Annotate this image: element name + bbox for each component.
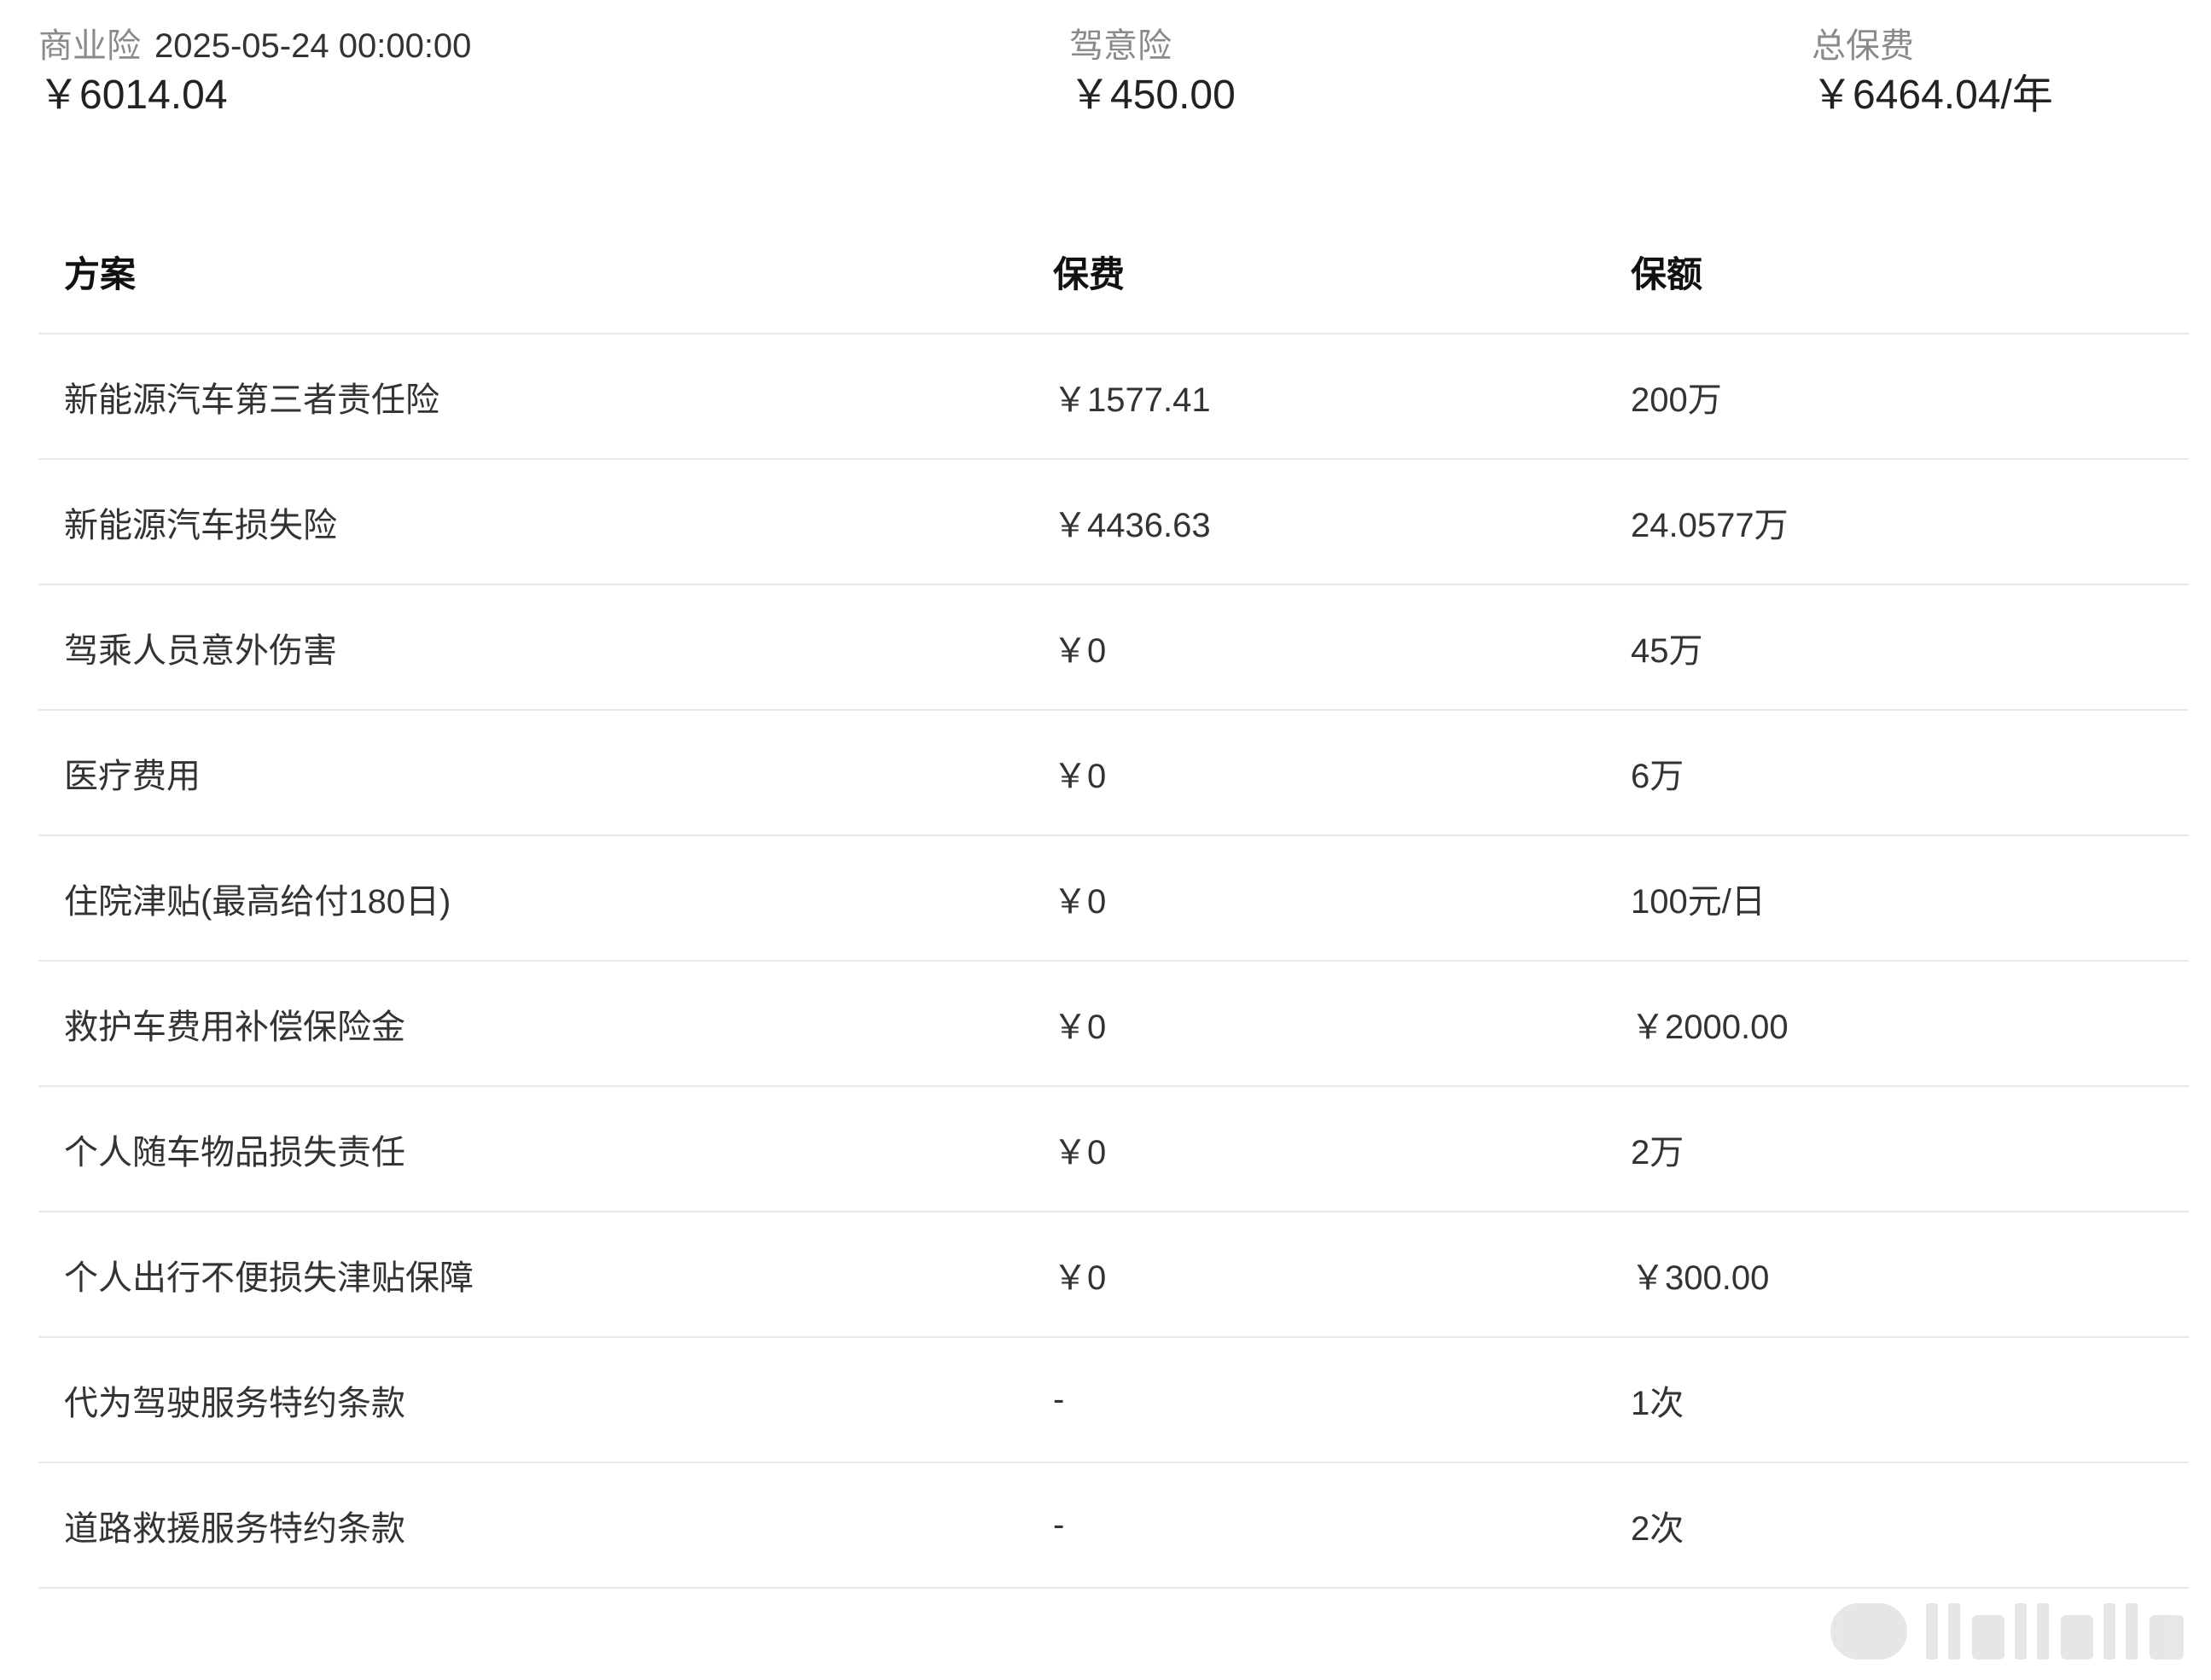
row-premium: ￥0 [1053, 1259, 1107, 1297]
row-coverage: 100元/日 [1631, 882, 1766, 921]
table-row: 新能源汽车第三者责任险 ￥1577.41 200万 [38, 334, 2189, 460]
row-plan: 驾乘人员意外伤害 [64, 631, 337, 670]
table-row: 个人出行不便损失津贴保障 ￥0 ￥300.00 [38, 1212, 2189, 1338]
row-plan: 医疗费用 [64, 757, 201, 795]
total-premium-label: 总保费 [1812, 27, 1914, 65]
row-coverage: ￥2000.00 [1631, 1008, 1789, 1046]
header-coverage: 保额 [1631, 254, 1703, 294]
table-header-row: 方案 保费 保额 [38, 211, 2189, 334]
table-row: 个人随车物品损失责任 ￥0 2万 [38, 1087, 2189, 1212]
commercial-insurance-date: 2025-05-24 00:00:00 [154, 27, 472, 65]
row-premium: ￥0 [1053, 1008, 1107, 1046]
header-plan: 方案 [64, 254, 137, 294]
row-plan: 道路救援服务特约条款 [64, 1509, 405, 1548]
table-row: 住院津贴(最高给付180日) ￥0 100元/日 [38, 836, 2189, 962]
row-plan: 个人随车物品损失责任 [64, 1133, 405, 1171]
accident-insurance-summary: 驾意险 ￥450.00 [1069, 22, 1236, 121]
total-premium-summary: 总保费 ￥6464.04/年 [1812, 22, 2053, 121]
row-plan: 新能源汽车第三者责任险 [64, 381, 439, 419]
table-row: 道路救援服务特约条款 - 2次 [38, 1463, 2189, 1589]
coverage-table: 方案 保费 保额 新能源汽车第三者责任险 ￥1577.41 200万 新能源汽车… [38, 211, 2189, 1589]
table-row: 新能源汽车损失险 ￥4436.63 24.0577万 [38, 460, 2189, 585]
row-coverage: 2万 [1631, 1133, 1684, 1171]
table-row: 医疗费用 ￥0 6万 [38, 711, 2189, 836]
header-premium: 保费 [1053, 254, 1126, 294]
row-coverage: 200万 [1631, 381, 1722, 419]
row-plan: 个人出行不便损失津贴保障 [64, 1259, 474, 1297]
row-coverage: 45万 [1631, 631, 1703, 670]
row-plan: 救护车费用补偿保险金 [64, 1008, 405, 1046]
table-row: 救护车费用补偿保险金 ￥0 ￥2000.00 [38, 962, 2189, 1087]
row-premium: - [1053, 1506, 1065, 1543]
row-plan: 新能源汽车损失险 [64, 506, 337, 544]
row-premium: ￥0 [1053, 882, 1107, 921]
row-plan: 住院津贴(最高给付180日) [64, 882, 451, 921]
row-coverage: 6万 [1631, 757, 1684, 795]
row-premium: ￥0 [1053, 1133, 1107, 1171]
commercial-insurance-summary: 商业险 2025-05-24 00:00:00 ￥6014.04 [38, 22, 471, 121]
row-coverage: 2次 [1631, 1509, 1684, 1548]
table-row: 代为驾驶服务特约条款 - 1次 [38, 1338, 2189, 1463]
commercial-insurance-premium: ￥6014.04 [38, 73, 228, 118]
total-premium-value: ￥6464.04/年 [1812, 73, 2053, 118]
row-premium: ￥0 [1053, 757, 1107, 795]
row-premium: ￥4436.63 [1053, 506, 1211, 544]
row-coverage: 24.0577万 [1631, 506, 1789, 544]
accident-insurance-premium: ￥450.00 [1069, 73, 1236, 118]
table-row: 驾乘人员意外伤害 ￥0 45万 [38, 585, 2189, 711]
table-body: 新能源汽车第三者责任险 ￥1577.41 200万 新能源汽车损失险 ￥4436… [38, 334, 2189, 1589]
row-plan: 代为驾驶服务特约条款 [64, 1384, 405, 1422]
accident-insurance-label: 驾意险 [1069, 27, 1172, 65]
commercial-insurance-label: 商业险 [38, 27, 141, 65]
row-coverage: 1次 [1631, 1384, 1684, 1422]
row-coverage: ￥300.00 [1631, 1259, 1770, 1297]
row-premium: ￥1577.41 [1053, 381, 1211, 419]
row-premium: - [1053, 1381, 1065, 1418]
weibo-watermark-icon [1830, 1603, 2184, 1660]
row-premium: ￥0 [1053, 631, 1107, 670]
commercial-insurance-label-line: 商业险 2025-05-24 00:00:00 [38, 22, 471, 70]
